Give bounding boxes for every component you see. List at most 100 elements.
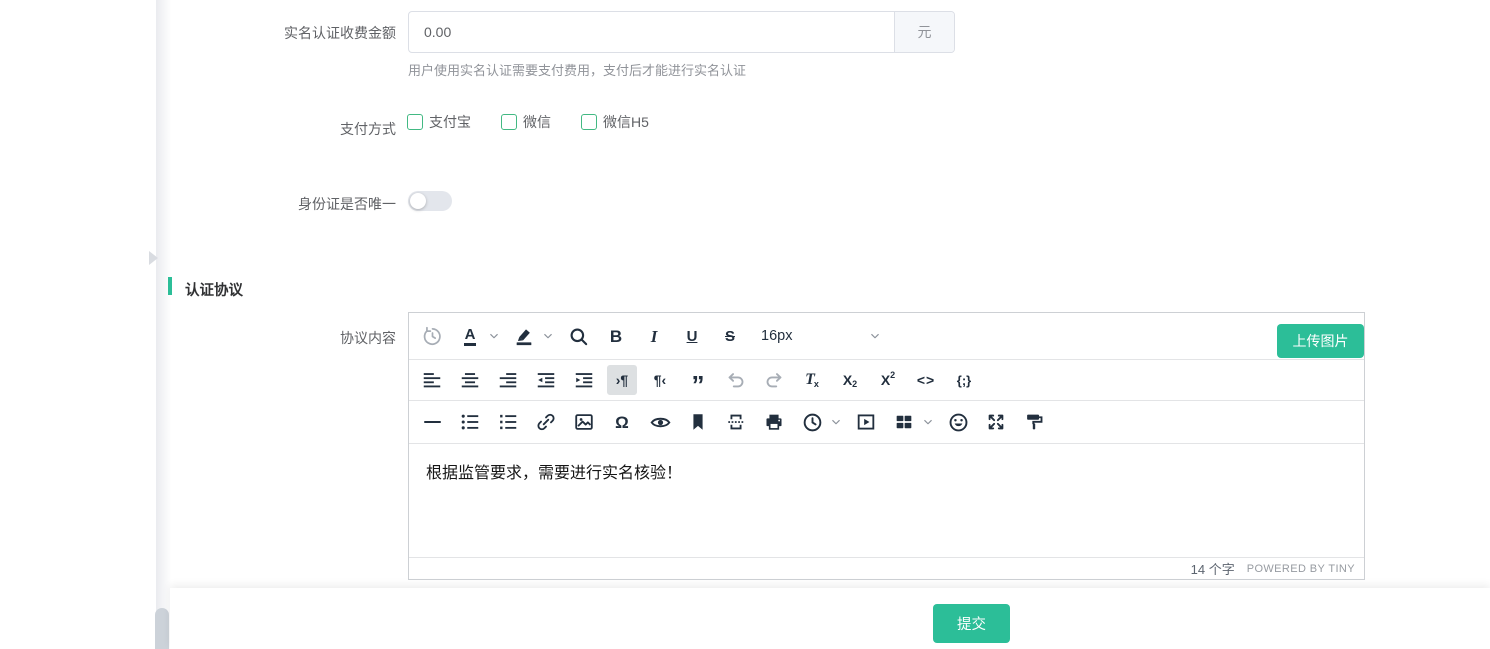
insert-datetime-menu-button[interactable] [829,415,843,429]
rich-text-editor: 上传图片 A [408,312,1365,580]
remove-format-button[interactable]: Tx [797,365,827,395]
strikethrough-icon: S [725,329,735,344]
align-center-icon [459,369,481,391]
bold-icon: B [610,328,622,345]
preview-button[interactable] [645,407,675,437]
tiny-branding[interactable]: POWERED BY TINY [1247,563,1355,575]
smiley-icon [947,411,970,434]
emoticons-button[interactable] [943,407,973,437]
align-center-button[interactable] [455,365,485,395]
checkbox-alipay[interactable]: 支付宝 [407,112,471,132]
editor-content[interactable]: 根据监管要求，需要进行实名核验！ [409,444,1364,557]
checkbox-box[interactable] [501,114,517,130]
checkbox-wechat[interactable]: 微信 [501,112,551,132]
superscript-button[interactable]: X2 [873,365,903,395]
horizontal-rule-button[interactable] [417,407,447,437]
code-sample-icon: {;} [957,374,971,387]
forecolor-icon: A [464,327,477,346]
italic-button[interactable]: I [639,321,669,351]
chevron-down-icon [487,329,501,343]
rtl-icon: ¶‹ [654,373,666,387]
pane-collapse-arrow-icon[interactable] [149,251,158,265]
undo-icon [725,369,747,391]
agreement-content-label: 协议内容 [168,329,396,347]
page-break-icon [725,411,747,433]
fullscreen-button[interactable] [981,407,1011,437]
id-unique-toggle[interactable] [408,191,452,211]
underline-button[interactable]: U [677,321,707,351]
clock-icon [801,411,824,434]
fee-unit: 元 [894,12,954,52]
italic-icon: I [651,328,658,345]
special-character-button[interactable]: Ω [607,407,637,437]
code-icon: <> [917,373,935,387]
editor-toolbar-row-2: ›¶ ¶‹ ” Tx X2 X2 <> {;} [409,360,1364,401]
fee-help-text: 用户使用实名认证需要支付费用，支付后才能进行实名认证 [408,60,746,79]
forecolor-menu-button[interactable] [487,329,501,343]
word-count[interactable]: 14 个字 [1191,559,1235,578]
media-icon [855,411,877,433]
subscript-button[interactable]: X2 [835,365,865,395]
indent-button[interactable] [569,365,599,395]
toggle-knob [410,193,426,209]
page-break-button[interactable] [721,407,751,437]
subscript-icon: X [843,373,852,387]
printer-icon [763,411,785,433]
forecolor-button[interactable]: A [455,321,485,351]
bold-button[interactable]: B [601,321,631,351]
anchor-button[interactable] [683,407,713,437]
search-icon [567,325,590,348]
upload-image-button[interactable]: 上传图片 [1277,324,1364,358]
checkbox-box[interactable] [407,114,423,130]
restore-draft-button[interactable] [417,321,447,351]
search-replace-button[interactable] [563,321,593,351]
link-icon [535,411,557,433]
chevron-down-icon [868,329,882,343]
image-button[interactable] [569,407,599,437]
editor-statusbar: 14 个字 POWERED BY TINY [409,557,1364,579]
table-button[interactable] [889,407,919,437]
redo-button[interactable] [759,365,789,395]
strikethrough-button[interactable]: S [715,321,745,351]
chevron-down-icon [921,415,935,429]
eye-icon [649,411,672,434]
chevron-down-icon [541,329,555,343]
link-button[interactable] [531,407,561,437]
bullet-list-button[interactable] [455,407,485,437]
fee-label: 实名认证收费金额 [168,24,396,42]
chevron-down-icon [829,415,843,429]
numbered-list-button[interactable] [493,407,523,437]
insert-datetime-button[interactable] [797,407,827,437]
highlight-pen-icon [513,325,535,347]
pane-divider [156,0,174,649]
horizontal-rule-icon [424,421,441,423]
align-right-icon [497,369,519,391]
code-button[interactable]: <> [911,365,941,395]
redo-icon [763,369,785,391]
checkbox-wechat-h5[interactable]: 微信H5 [581,112,649,132]
font-size-select[interactable]: 16px [753,321,888,351]
editor-toolbar-row-1: A B I U S 16px [409,313,1364,360]
checkbox-box[interactable] [581,114,597,130]
rtl-button[interactable]: ¶‹ [645,365,675,395]
ltr-button[interactable]: ›¶ [607,365,637,395]
submit-button[interactable]: 提交 [933,604,1010,643]
outdent-icon [535,369,557,391]
print-button[interactable] [759,407,789,437]
scrollbar-thumb[interactable] [155,608,169,649]
code-sample-button[interactable]: {;} [949,365,979,395]
align-left-button[interactable] [417,365,447,395]
backcolor-button[interactable] [509,321,539,351]
fee-input-group: 元 [408,11,955,53]
format-painter-button[interactable] [1019,407,1049,437]
outdent-button[interactable] [531,365,561,395]
media-button[interactable] [851,407,881,437]
undo-button[interactable] [721,365,751,395]
align-right-button[interactable] [493,365,523,395]
paint-roller-icon [1023,411,1045,433]
checkbox-label: 微信 [523,112,551,132]
backcolor-menu-button[interactable] [541,329,555,343]
blockquote-button[interactable]: ” [683,365,713,395]
fee-input[interactable] [409,12,894,52]
table-menu-button[interactable] [921,415,935,429]
